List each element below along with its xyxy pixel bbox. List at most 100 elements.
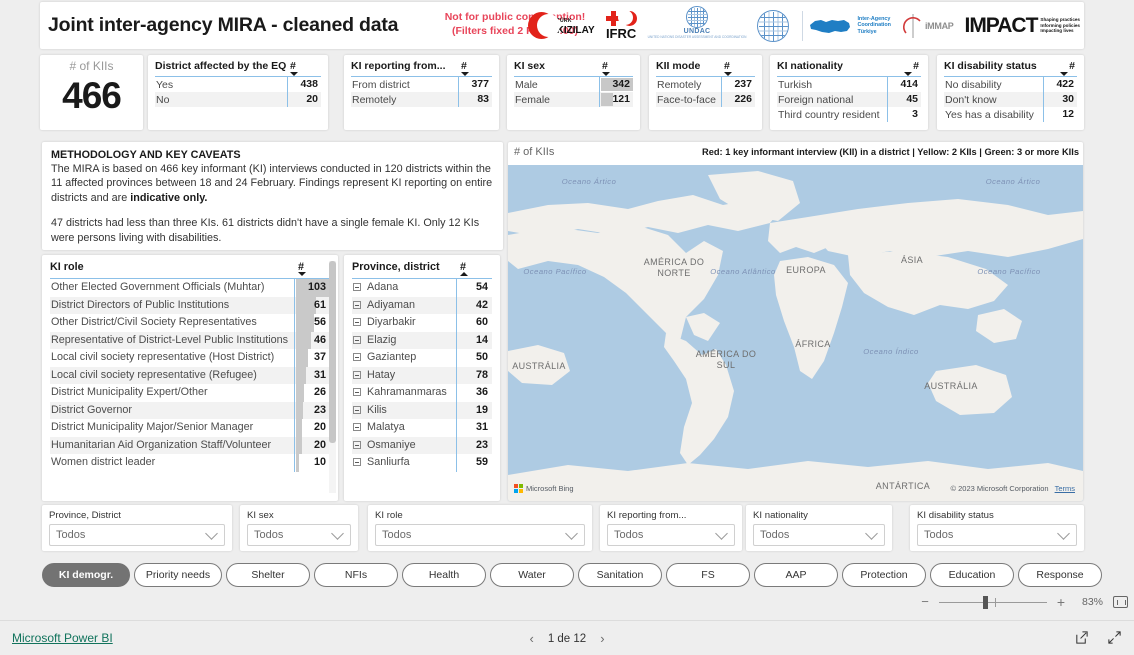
table-row[interactable]: Local civil society representative (Host… — [50, 349, 330, 367]
card-ki-nationality[interactable]: KI nationality # Turkish 414 Foreign nat… — [770, 55, 928, 130]
table-row[interactable]: Other Elected Government Officials (Muht… — [50, 279, 330, 297]
column-header-category[interactable]: KI sex — [514, 60, 599, 72]
share-icon[interactable] — [1074, 630, 1089, 645]
map-canvas[interactable]: Oceano Ártico Oceano Ártico Oceano Pacíf… — [508, 165, 1083, 501]
table-row[interactable]: Sanliurfa 59 — [352, 454, 492, 472]
slicer-ki-sex[interactable]: KI sex Todos — [240, 505, 358, 551]
table-row[interactable]: Yes 438 — [155, 77, 321, 92]
table-row[interactable]: Remotely 237 — [656, 77, 755, 92]
table-row[interactable]: District Municipality Major/Senior Manag… — [50, 419, 330, 437]
column-header-category[interactable]: KI disability status — [944, 60, 1043, 72]
expand-collapse-icon[interactable] — [353, 370, 361, 379]
table-row[interactable]: No disability 422 — [944, 77, 1077, 92]
tab-response[interactable]: Response — [1018, 563, 1102, 587]
slicer-dropdown[interactable]: Todos — [753, 524, 885, 546]
tab-health[interactable]: Health — [402, 563, 486, 587]
slicer-dropdown[interactable]: Todos — [607, 524, 735, 546]
card-ki-reporting-from[interactable]: KI reporting from... # From district 377… — [344, 55, 499, 130]
column-header-count[interactable]: # — [287, 60, 321, 76]
table-row[interactable]: No 20 — [155, 92, 321, 107]
card-kii-mode[interactable]: KII mode # Remotely 237 Face-to-face 226 — [649, 55, 762, 130]
tab-water[interactable]: Water — [490, 563, 574, 587]
table-row[interactable]: Adiyaman 42 — [352, 296, 492, 314]
column-header-count[interactable]: # — [599, 60, 633, 76]
table-row[interactable]: Kahramanmaras 36 — [352, 384, 492, 402]
map-visual-number-of-kiis[interactable]: # of KIIs Red: 1 key informant interview… — [508, 142, 1083, 501]
kpi-card-number-of-kiis[interactable]: # of KIIs 466 — [40, 55, 143, 130]
table-row[interactable]: Adana 54 — [352, 279, 492, 297]
fit-to-page-icon[interactable] — [1113, 596, 1128, 608]
chevron-down-icon[interactable] — [865, 526, 878, 540]
table-row[interactable]: District Municipality Expert/Other 26 — [50, 384, 330, 402]
card-ki-sex[interactable]: KI sex # Male 342 Female 121 — [507, 55, 640, 130]
expand-collapse-icon[interactable] — [353, 388, 361, 396]
fullscreen-icon[interactable] — [1107, 630, 1122, 645]
expand-collapse-icon[interactable] — [353, 423, 361, 431]
column-header-count[interactable]: # — [721, 60, 755, 76]
expand-collapse-icon[interactable] — [353, 405, 361, 414]
table-row[interactable]: Local civil society representative (Refu… — [50, 366, 330, 384]
column-header-count[interactable]: # — [456, 261, 492, 276]
tab-nfis[interactable]: NFIs — [314, 563, 398, 587]
table-row[interactable]: Representative of District-Level Public … — [50, 331, 330, 349]
column-header-count[interactable]: # — [1043, 60, 1077, 76]
zoom-in-button[interactable]: + — [1057, 595, 1065, 609]
table-vertical-scrollbar[interactable] — [329, 261, 336, 493]
table-row[interactable]: Humanitarian Aid Organization Staff/Volu… — [50, 436, 330, 454]
expand-collapse-icon[interactable] — [353, 440, 361, 449]
table-row[interactable]: Yes has a disability 12 — [944, 107, 1077, 122]
column-header-count[interactable]: # — [458, 60, 492, 76]
table-row[interactable]: Gaziantep 50 — [352, 349, 492, 367]
table-row[interactable]: Other District/Civil Society Representat… — [50, 314, 330, 332]
column-header-province-district[interactable]: Province, district — [352, 261, 456, 273]
table-row[interactable]: Kilis 19 — [352, 401, 492, 419]
column-header-count[interactable]: # — [294, 261, 330, 276]
expand-collapse-icon[interactable] — [353, 300, 361, 309]
card-ki-disability-status[interactable]: KI disability status # No disability 422… — [937, 55, 1084, 130]
column-header-category[interactable]: KI nationality — [777, 60, 887, 72]
slicer-ki-disability-status[interactable]: KI disability status Todos — [910, 505, 1084, 551]
column-header-category[interactable]: District affected by the EQ — [155, 60, 287, 72]
zoom-out-button[interactable]: − — [921, 595, 929, 608]
table-row[interactable]: Third country resident 3 — [777, 107, 921, 122]
chevron-down-icon[interactable] — [205, 526, 218, 540]
slicer-dropdown[interactable]: Todos — [247, 524, 351, 546]
scrollbar-thumb[interactable] — [329, 261, 336, 443]
expand-collapse-icon[interactable] — [353, 458, 361, 466]
column-header-count[interactable]: # — [887, 60, 921, 76]
table-row[interactable]: District Directors of Public Institution… — [50, 296, 330, 314]
tab-priority-needs[interactable]: Priority needs — [134, 563, 222, 587]
table-row[interactable]: Diyarbakir 60 — [352, 314, 492, 332]
tab-fs[interactable]: FS — [666, 563, 750, 587]
slicer-province-district[interactable]: Province, District Todos — [42, 505, 232, 551]
chevron-down-icon[interactable] — [1057, 526, 1070, 540]
tab-sanitation[interactable]: Sanitation — [578, 563, 662, 587]
table-row[interactable]: District Governor 23 — [50, 401, 330, 419]
terms-link[interactable]: Terms — [1055, 484, 1075, 493]
tab-shelter[interactable]: Shelter — [226, 563, 310, 587]
table-row[interactable]: From district 377 — [351, 77, 492, 92]
table-row[interactable]: Don't know 30 — [944, 92, 1077, 107]
expand-collapse-icon[interactable] — [353, 283, 361, 291]
tab-ki-demogr[interactable]: KI demogr. — [42, 563, 130, 587]
expand-collapse-icon[interactable] — [353, 318, 361, 326]
tab-protection[interactable]: Protection — [842, 563, 926, 587]
table-row[interactable]: Remotely 83 — [351, 92, 492, 107]
table-row[interactable]: Hatay 78 — [352, 366, 492, 384]
tab-education[interactable]: Education — [930, 563, 1014, 587]
table-row[interactable]: Turkish 414 — [777, 77, 921, 92]
tab-aap[interactable]: AAP — [754, 563, 838, 587]
table-row[interactable]: Osmaniye 23 — [352, 436, 492, 454]
province-district-table[interactable]: Province, district # Adana 54 Adiyaman 4… — [344, 255, 500, 501]
table-row[interactable]: Female 121 — [514, 92, 633, 107]
table-row[interactable]: Male 342 — [514, 77, 633, 92]
slicer-dropdown[interactable]: Todos — [917, 524, 1077, 546]
slicer-dropdown[interactable]: Todos — [375, 524, 585, 546]
column-header-category[interactable]: KII mode — [656, 60, 721, 72]
table-row[interactable]: Women district leader 10 — [50, 454, 330, 472]
card-district-affected-by-eq[interactable]: District affected by the EQ # Yes 438 No… — [148, 55, 328, 130]
chevron-down-icon[interactable] — [565, 526, 578, 540]
table-row[interactable]: Malatya 31 — [352, 419, 492, 437]
slicer-dropdown[interactable]: Todos — [49, 524, 225, 546]
expand-collapse-icon[interactable] — [353, 353, 361, 361]
